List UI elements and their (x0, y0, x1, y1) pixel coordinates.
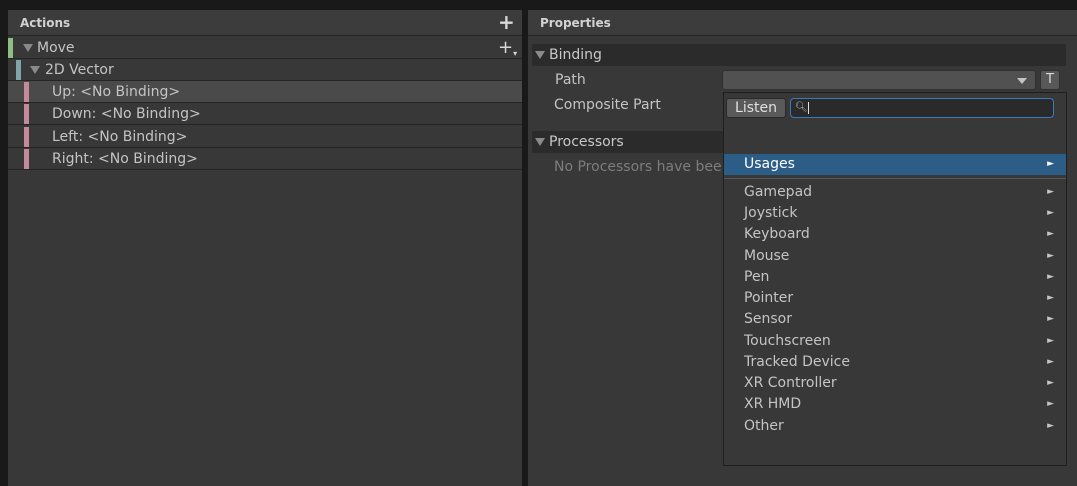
binding-label: Up: <No Binding> (52, 84, 181, 100)
search-icon: 🔍︎ (795, 102, 808, 113)
properties-title: Properties (540, 16, 611, 30)
binding-section-title: Binding (549, 47, 602, 63)
dropdown-item-label: Pen (744, 269, 770, 285)
dropdown-item-label: Other (744, 418, 784, 434)
dropdown-item-label: Tracked Device (744, 354, 850, 370)
submenu-arrow-icon: ► (1047, 208, 1054, 218)
dropdown-item[interactable]: Tracked Device ► (724, 352, 1066, 373)
expand-triangle-icon[interactable] (30, 66, 40, 74)
binding-row-right[interactable]: Right: <No Binding> (8, 148, 522, 170)
dropdown-item-label: Gamepad (744, 184, 813, 200)
composite-color-bar (16, 60, 21, 81)
add-action-plus-icon[interactable]: + (498, 12, 515, 32)
dropdown-item[interactable]: Pen ► (724, 267, 1066, 288)
submenu-arrow-icon: ► (1047, 399, 1054, 409)
submenu-arrow-icon: ► (1047, 336, 1054, 346)
action-name: Move (37, 40, 75, 56)
binding-color-bar (24, 104, 29, 125)
dropdown-item[interactable]: Pointer ► (724, 288, 1066, 309)
search-input[interactable]: 🔍︎ (790, 98, 1054, 118)
binding-row-up[interactable]: Up: <No Binding> (8, 81, 522, 103)
binding-row-down[interactable]: Down: <No Binding> (8, 103, 522, 125)
binding-label: Left: <No Binding> (52, 129, 188, 145)
composite-name: 2D Vector (45, 62, 114, 78)
dropdown-item-usages[interactable]: Usages ► (724, 154, 1066, 175)
binding-label: Down: <No Binding> (52, 106, 201, 122)
binding-color-bar (24, 127, 29, 148)
binding-color-bar (24, 149, 29, 170)
processors-section-title: Processors (549, 134, 624, 150)
dropdown-item-label: XR HMD (744, 396, 802, 412)
dropdown-item[interactable]: Touchscreen ► (724, 331, 1066, 352)
actions-header: Actions + (8, 10, 522, 36)
dropdown-arrow-icon (1017, 78, 1027, 84)
expand-triangle-icon[interactable] (23, 44, 33, 52)
composite-part-label: Composite Part (554, 97, 661, 113)
submenu-arrow-icon: ► (1047, 314, 1054, 324)
submenu-arrow-icon: ► (1047, 357, 1054, 367)
binding-color-bar (24, 82, 29, 103)
actions-panel: Actions + Move +▾ 2D Vector Up: <No Bind… (8, 10, 522, 486)
dropdown-item-label: Keyboard (744, 226, 810, 242)
dropdown-item[interactable]: Sensor ► (724, 309, 1066, 330)
submenu-arrow-icon: ► (1047, 159, 1054, 169)
dropdown-item-label: Joystick (744, 205, 798, 221)
dropdown-item-label: Touchscreen (744, 333, 831, 349)
action-row-move[interactable]: Move +▾ (8, 37, 522, 59)
dropdown-item-label: XR Controller (744, 375, 837, 391)
submenu-arrow-icon: ► (1047, 251, 1054, 261)
collapse-triangle-icon[interactable] (535, 51, 545, 59)
dropdown-item[interactable]: Other ► (724, 416, 1066, 437)
submenu-arrow-icon: ► (1047, 229, 1054, 239)
submenu-arrow-icon: ► (1047, 293, 1054, 303)
dropdown-item-label: Mouse (744, 248, 790, 264)
dropdown-item[interactable]: Keyboard ► (724, 224, 1066, 245)
actions-title: Actions (20, 16, 71, 30)
path-dropdown[interactable] (722, 70, 1036, 90)
text-mode-button[interactable]: T (1040, 70, 1060, 90)
submenu-arrow-icon: ► (1047, 272, 1054, 282)
binding-row-left[interactable]: Left: <No Binding> (8, 126, 522, 148)
binding-section-header[interactable]: Binding (532, 44, 1066, 66)
dropdown-item[interactable]: XR Controller ► (724, 373, 1066, 394)
path-label: Path (555, 72, 586, 88)
dropdown-item[interactable]: Joystick ► (724, 203, 1066, 224)
text-caret (808, 102, 809, 114)
binding-label: Right: <No Binding> (52, 151, 198, 167)
composite-row-2d-vector[interactable]: 2D Vector (8, 59, 522, 81)
dropdown-item[interactable]: Gamepad ► (724, 182, 1066, 203)
dropdown-separator (724, 178, 1066, 179)
dropdown-item[interactable]: XR HMD ► (724, 394, 1066, 415)
dropdown-item-label: Usages (744, 156, 795, 172)
dropdown-item[interactable]: Mouse ► (724, 246, 1066, 267)
dropdown-item-label: Sensor (744, 311, 792, 327)
dropdown-item-label: Pointer (744, 290, 794, 306)
path-picker-popup: Listen 🔍︎ Usages ► Gamepad ► Joystick ► Keyb… (723, 92, 1067, 466)
submenu-arrow-icon: ► (1047, 187, 1054, 197)
listen-button[interactable]: Listen (726, 98, 786, 118)
properties-header: Properties (528, 10, 1077, 36)
no-processors-text: No Processors have bee (554, 159, 722, 175)
collapse-triangle-icon[interactable] (535, 138, 545, 146)
action-color-bar (8, 38, 13, 59)
submenu-arrow-icon: ► (1047, 421, 1054, 431)
submenu-arrow-icon: ► (1047, 378, 1054, 388)
